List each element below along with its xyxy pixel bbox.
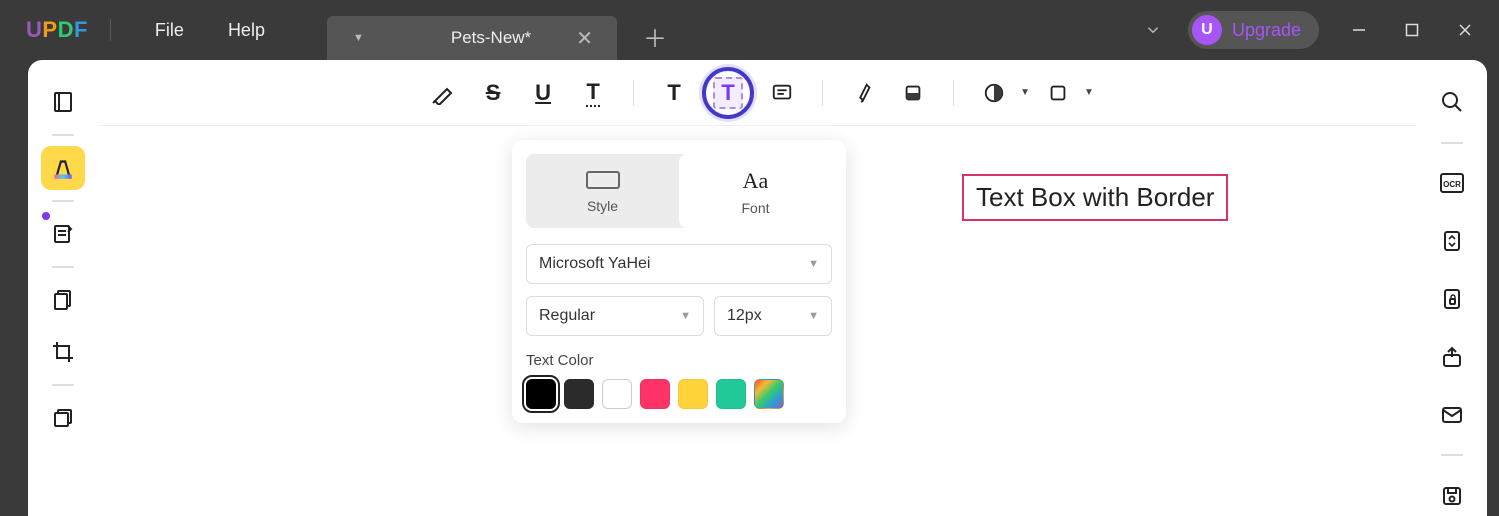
color-swatch-pink[interactable]: [640, 379, 670, 409]
window-menu-icon[interactable]: [1144, 21, 1162, 39]
textbox-icon: T: [713, 77, 742, 109]
underline-tool[interactable]: U: [521, 71, 565, 115]
new-tab-button[interactable]: ＋: [643, 19, 667, 54]
squiggly-tool[interactable]: T: [571, 71, 615, 115]
sidebar-separator: [52, 384, 74, 386]
pencil-tool[interactable]: [841, 71, 885, 115]
window-maximize-icon[interactable]: [1399, 17, 1425, 43]
logo-d: D: [58, 17, 74, 42]
color-swatch-teal[interactable]: [716, 379, 746, 409]
annotation-toolbar: S U T T T: [98, 60, 1417, 126]
convert-button[interactable]: [1430, 221, 1474, 261]
canvas: S U T T T: [98, 60, 1417, 516]
highlighter-tool[interactable]: [421, 71, 465, 115]
color-swatch-white[interactable]: [602, 379, 632, 409]
search-button[interactable]: [1430, 82, 1474, 122]
toolbar-separator: [953, 80, 954, 106]
upgrade-label: Upgrade: [1232, 20, 1301, 41]
tab-close-icon[interactable]: ✕: [568, 24, 601, 53]
divider: [110, 19, 111, 41]
upgrade-button[interactable]: U Upgrade: [1188, 11, 1319, 49]
panel-tab-style[interactable]: Style: [526, 154, 679, 228]
tab-title: Pets-New*: [414, 28, 568, 48]
titlebar: UPDF File Help ▼ Pets-New* ✕ ＋ U Upgrade: [0, 0, 1499, 60]
app-logo: UPDF: [26, 17, 88, 43]
toolbar-separator: [822, 80, 823, 106]
font-weight-select[interactable]: Regular ▼: [526, 296, 704, 336]
textbox-tool[interactable]: T: [702, 67, 754, 119]
style-tab-icon: [526, 168, 679, 192]
share-button[interactable]: [1430, 337, 1474, 377]
text-color-label: Text Color: [526, 352, 832, 369]
font-family-value: Microsoft YaHei: [539, 255, 650, 273]
font-tab-icon: Aa: [679, 168, 832, 194]
document-tab[interactable]: ▼ Pets-New* ✕: [327, 16, 617, 60]
panel-tabs: Style Aa Font: [526, 154, 832, 228]
squiggly-icon: T: [586, 79, 599, 107]
protect-button[interactable]: [1430, 279, 1474, 319]
sidebar-separator: [1441, 142, 1463, 144]
panel-tab-font[interactable]: Aa Font: [679, 154, 832, 228]
organize-tool[interactable]: [41, 278, 85, 322]
titlebar-right: U Upgrade: [1144, 11, 1479, 49]
text-tool[interactable]: T: [652, 71, 696, 115]
eraser-tool[interactable]: [891, 71, 935, 115]
sidebar-right: OCR: [1417, 60, 1487, 516]
underline-icon: U: [535, 80, 551, 106]
reader-tool[interactable]: [41, 80, 85, 124]
toolbar-separator: [633, 80, 634, 106]
chevron-down-icon: ▼: [680, 310, 691, 322]
content-area: S U T T T: [28, 60, 1487, 516]
font-family-select[interactable]: Microsoft YaHei ▼: [526, 244, 832, 284]
sidebar-separator: [52, 200, 74, 202]
text-icon: T: [667, 80, 680, 106]
color-swatch-yellow[interactable]: [678, 379, 708, 409]
window-close-icon[interactable]: [1451, 16, 1479, 44]
email-button[interactable]: [1430, 395, 1474, 435]
logo-f: F: [74, 17, 88, 42]
note-tool[interactable]: [760, 71, 804, 115]
font-size-select[interactable]: 12px ▼: [714, 296, 832, 336]
tab-dropdown-icon[interactable]: ▼: [353, 32, 364, 44]
stamp-dropdown-icon[interactable]: ▼: [1084, 87, 1094, 98]
sidebar-separator: [52, 266, 74, 268]
comment-tool[interactable]: [41, 146, 85, 190]
sidebar-left: [28, 60, 98, 516]
color-swatch-black[interactable]: [526, 379, 556, 409]
chevron-down-icon: ▼: [808, 258, 819, 270]
font-weight-value: Regular: [539, 307, 595, 325]
tools-tool[interactable]: [41, 396, 85, 440]
crop-tool[interactable]: [41, 330, 85, 374]
ocr-button[interactable]: OCR: [1430, 164, 1474, 204]
font-tab-label: Font: [741, 200, 769, 216]
textbox-properties-panel: Style Aa Font Microsoft YaHei ▼ Regular …: [512, 140, 846, 423]
sidebar-separator: [1441, 454, 1463, 456]
color-swatch-custom[interactable]: [754, 379, 784, 409]
svg-text:OCR: OCR: [1443, 180, 1461, 189]
style-tab-label: Style: [587, 198, 618, 214]
sidebar-separator: [52, 134, 74, 136]
save-button[interactable]: [1430, 476, 1474, 516]
shape-tool[interactable]: [972, 71, 1016, 115]
stamp-tool[interactable]: [1036, 71, 1080, 115]
text-box-annotation[interactable]: Text Box with Border: [962, 174, 1228, 221]
font-size-value: 12px: [727, 307, 762, 325]
strikethrough-tool[interactable]: S: [471, 71, 515, 115]
shape-dropdown-icon[interactable]: ▼: [1020, 87, 1030, 98]
menu-help[interactable]: Help: [206, 20, 287, 41]
user-avatar: U: [1192, 15, 1222, 45]
strikethrough-icon: S: [486, 80, 501, 106]
active-indicator-dot: [42, 212, 50, 220]
color-swatches: [526, 379, 832, 409]
color-swatch-dark[interactable]: [564, 379, 594, 409]
menu-file[interactable]: File: [133, 20, 206, 41]
logo-p: P: [42, 17, 57, 42]
chevron-down-icon: ▼: [808, 310, 819, 322]
window-minimize-icon[interactable]: [1345, 16, 1373, 44]
logo-u: U: [26, 17, 42, 42]
